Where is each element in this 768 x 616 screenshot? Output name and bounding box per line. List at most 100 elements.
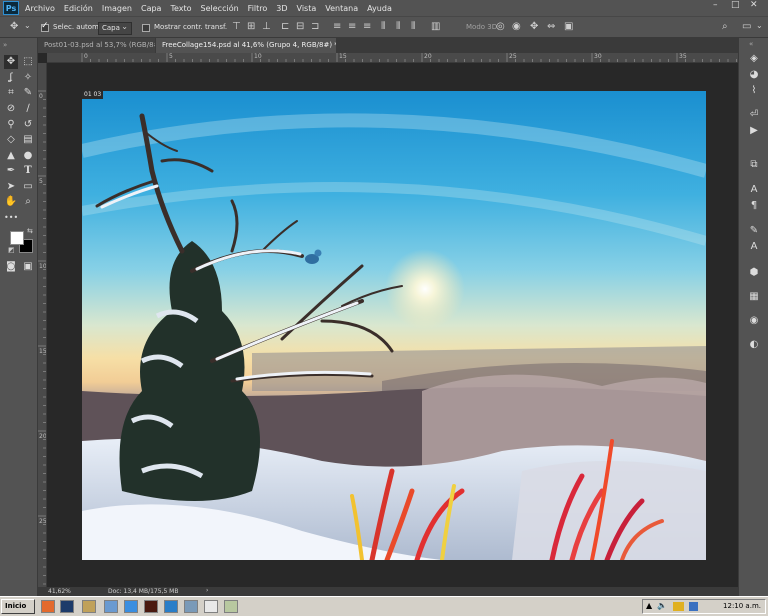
roll-3d-icon[interactable]: ◉ xyxy=(512,22,521,32)
menu-archivo[interactable]: Archivo xyxy=(25,4,55,13)
clone-stamp-icon[interactable]: ⚲ xyxy=(4,118,18,132)
character-styles-icon[interactable]: A xyxy=(747,240,761,254)
brush-icon[interactable]: ∕ xyxy=(21,102,35,116)
actions-icon[interactable]: ▶ xyxy=(747,124,761,138)
distribute-right-icon[interactable]: ⦀ xyxy=(411,22,415,32)
adjustments-icon[interactable]: ◐ xyxy=(747,338,761,352)
slide-3d-icon[interactable]: ⇔ xyxy=(547,22,555,32)
tab-freecollage[interactable]: FreeCollage154.psd al 41,6% (Grupo 4, RG… xyxy=(156,38,336,53)
workspace-icon[interactable]: ▭ xyxy=(742,22,751,32)
tab-post01[interactable]: Post01-03.psd al 53,7% (RGB/8#)× xyxy=(38,38,155,53)
default-colors-icon[interactable]: ◩ xyxy=(8,246,15,254)
canvas-image[interactable]: 01 03 xyxy=(82,91,706,560)
menu-ayuda[interactable]: Ayuda xyxy=(367,4,392,13)
auto-select-target-dropdown[interactable]: Capa xyxy=(98,21,132,35)
lasso-icon[interactable]: ʆ xyxy=(4,71,18,85)
menu-texto[interactable]: Texto xyxy=(170,4,191,13)
align-top-icon[interactable]: ⊤ xyxy=(232,22,241,32)
terminal-icon[interactable] xyxy=(60,600,74,613)
eyedropper-icon[interactable]: ✎ xyxy=(21,86,35,100)
more-tools-icon[interactable]: ••• xyxy=(4,211,18,225)
paths-icon[interactable]: ⌇ xyxy=(747,84,761,98)
menu-capa[interactable]: Capa xyxy=(141,4,161,13)
tray-app-icon[interactable] xyxy=(673,602,684,611)
distribute-vcenter-icon[interactable]: ≡ xyxy=(348,22,356,32)
align-hcenter-icon[interactable]: ⊟ xyxy=(296,22,304,32)
eraser-icon[interactable]: ◇ xyxy=(4,133,18,147)
menu-edicion[interactable]: Edición xyxy=(64,4,93,13)
cloud-icon[interactable] xyxy=(124,600,138,613)
clock[interactable]: 12:10 a.m. xyxy=(723,602,761,610)
distribute-bottom-icon[interactable]: ≡ xyxy=(363,22,371,32)
brave-icon[interactable] xyxy=(41,600,55,613)
layers-icon[interactable]: ◈ xyxy=(747,52,761,66)
paragraph-icon[interactable]: ¶ xyxy=(747,199,761,213)
dodge-icon[interactable]: ● xyxy=(21,149,35,163)
auto-align-icon[interactable]: ▥ xyxy=(431,22,440,32)
orbit-3d-icon[interactable]: ◎ xyxy=(496,22,505,32)
character-icon[interactable]: A xyxy=(747,183,761,197)
type-icon[interactable]: T xyxy=(21,164,35,178)
network-icon[interactable] xyxy=(689,602,698,611)
status-menu-icon[interactable]: › xyxy=(206,587,208,594)
app-icon[interactable] xyxy=(104,600,118,613)
menu-vista[interactable]: Vista xyxy=(297,4,317,13)
align-left-icon[interactable]: ⊏ xyxy=(281,22,289,32)
swap-colors-icon[interactable]: ⇆ xyxy=(27,227,33,235)
move-tool-icon[interactable]: ✥ xyxy=(10,22,18,32)
auto-select-checkbox[interactable] xyxy=(41,21,49,32)
move-tool-icon[interactable]: ✥ xyxy=(4,55,18,69)
close-icon[interactable]: ✕ xyxy=(750,0,758,10)
foreground-color-swatch[interactable] xyxy=(10,231,24,245)
illustrator-icon[interactable] xyxy=(144,600,158,613)
volume-icon[interactable]: 🔈 xyxy=(657,601,667,610)
shape-icon[interactable]: ▭ xyxy=(21,180,35,194)
search-icon[interactable]: ⌕ xyxy=(722,22,728,32)
hand-icon[interactable]: ✋ xyxy=(4,195,18,209)
app-icon[interactable] xyxy=(224,600,238,613)
start-button[interactable]: Inicio xyxy=(1,599,35,614)
history-icon[interactable]: ⏎ xyxy=(747,108,761,122)
align-right-icon[interactable]: ⊐ xyxy=(311,22,319,32)
align-bottom-icon[interactable]: ⊥ xyxy=(262,22,271,32)
show-transform-checkbox[interactable] xyxy=(142,24,150,32)
pan-3d-icon[interactable]: ✥ xyxy=(530,22,538,32)
distribute-left-icon[interactable]: ⦀ xyxy=(381,22,385,32)
screen-mode-icon[interactable]: ▣ xyxy=(21,260,35,274)
channels-icon[interactable]: ◕ xyxy=(747,68,761,82)
minimize-icon[interactable]: – xyxy=(713,0,718,10)
magic-wand-icon[interactable]: ✧ xyxy=(21,71,35,85)
rect-marquee-icon[interactable]: ⬚ xyxy=(21,55,35,69)
scale-3d-icon[interactable]: ▣ xyxy=(564,22,573,32)
menu-imagen[interactable]: Imagen xyxy=(102,4,132,13)
app-icon[interactable] xyxy=(184,600,198,613)
align-vcenter-icon[interactable]: ⊞ xyxy=(247,22,255,32)
collapse-icon[interactable]: » xyxy=(3,41,7,49)
zoom-icon[interactable]: ⌕ xyxy=(21,195,35,209)
menu-3d[interactable]: 3D xyxy=(276,4,287,13)
path-selection-icon[interactable]: ➤ xyxy=(4,180,18,194)
zoom-level[interactable]: 41,62% xyxy=(48,588,71,595)
distribute-top-icon[interactable]: ≡ xyxy=(333,22,341,32)
tray-arrow-icon[interactable]: ▲ xyxy=(646,601,652,610)
styles-icon[interactable]: ◉ xyxy=(747,314,761,328)
document-workspace[interactable]: 01 03 xyxy=(47,63,738,587)
maximize-icon[interactable]: □ xyxy=(731,0,740,10)
expand-panels-icon[interactable]: « xyxy=(749,40,753,48)
menu-seleccion[interactable]: Selección xyxy=(201,4,239,13)
chevron-down-icon[interactable]: ⌄ xyxy=(24,21,31,31)
workspace-chevron-icon[interactable]: ⌄ xyxy=(756,21,763,31)
acrobat-icon[interactable] xyxy=(204,600,218,613)
pen-icon[interactable]: ✒ xyxy=(4,164,18,178)
quick-mask-icon[interactable]: ◙ xyxy=(4,260,18,274)
distribute-hcenter-icon[interactable]: ⦀ xyxy=(396,22,400,32)
vscode-icon[interactable] xyxy=(164,600,178,613)
crop-icon[interactable]: ⌗ xyxy=(4,86,18,100)
brush-preset-icon[interactable]: ✎ xyxy=(747,224,761,238)
menu-ventana[interactable]: Ventana xyxy=(325,4,358,13)
history-brush-icon[interactable]: ↺ xyxy=(21,118,35,132)
clone-source-icon[interactable]: ⧉ xyxy=(747,158,761,172)
menu-filtro[interactable]: Filtro xyxy=(248,4,268,13)
blur-icon[interactable]: ▲ xyxy=(4,149,18,163)
folder-icon[interactable] xyxy=(82,600,96,613)
